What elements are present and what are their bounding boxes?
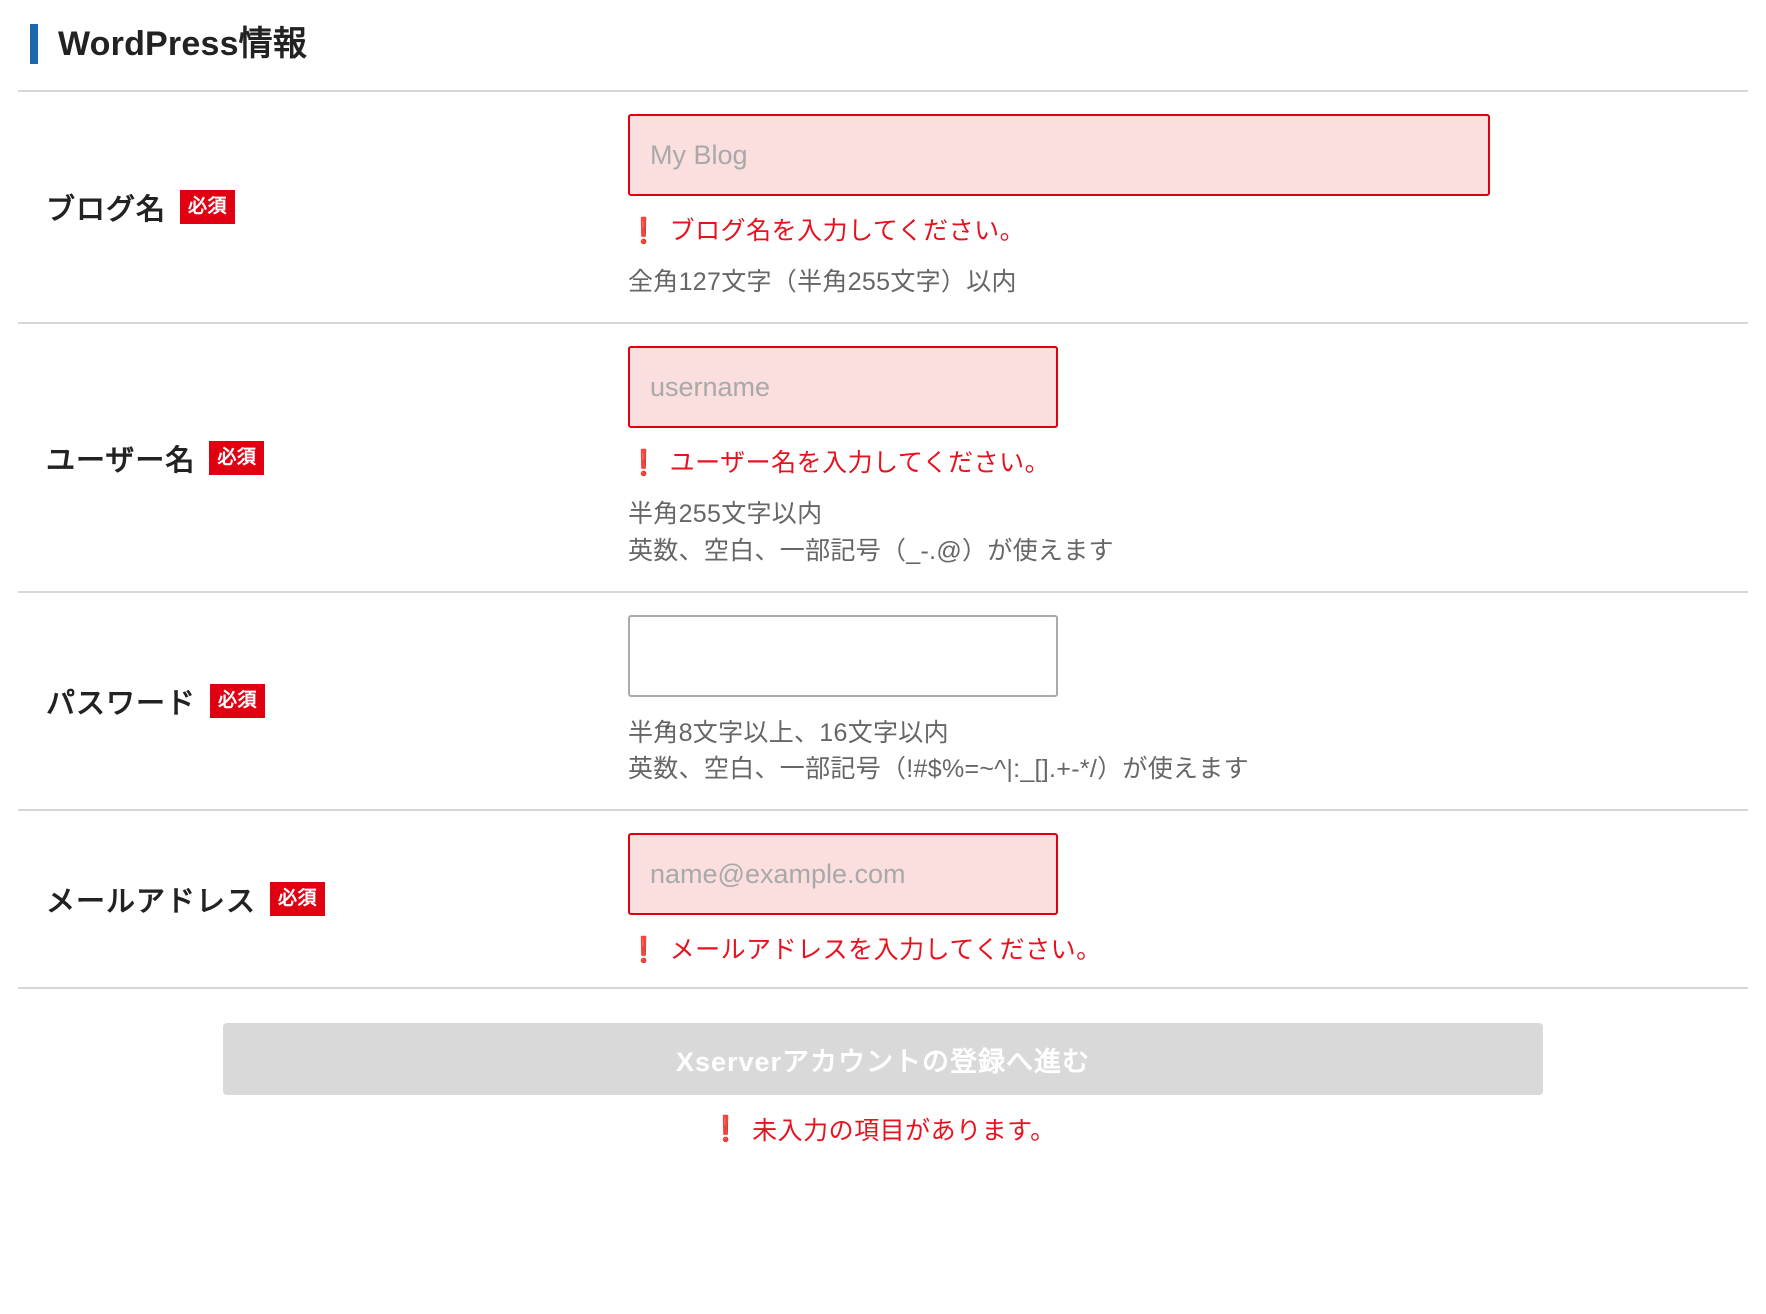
label-email: メールアドレス 必須 — [18, 878, 628, 920]
section-header: WordPress情報 — [18, 0, 1748, 90]
error-exclamation-icon: ❗ — [628, 217, 660, 245]
email-input[interactable] — [628, 833, 1058, 916]
hint-line: 英数、空白、一部記号（!#$%=~^|:_[].+-*/）が使えます — [628, 755, 1249, 783]
label-text: メールアドレス — [46, 886, 257, 919]
hint-line: 半角255文字以内 — [628, 500, 823, 529]
blog-name-error: ❗ ブログ名を入力してください。 — [628, 216, 1748, 246]
password-hint: 半角8文字以上、16文字以内 英数、空白、一部記号（!#$%=~^|:_[].+… — [628, 715, 1748, 788]
form-row-email: メールアドレス 必須 ❗ メールアドレスを入力してください。 — [18, 811, 1748, 987]
hint-line: 全角127文字（半角255文字）以内 — [628, 268, 1017, 296]
field-email: ❗ メールアドレスを入力してください。 — [628, 811, 1748, 987]
hint-line: 英数、空白、一部記号（_-.@）が使えます — [628, 536, 1114, 565]
username-input[interactable] — [628, 346, 1058, 429]
required-badge: 必須 — [180, 190, 236, 225]
label-text: パスワード — [46, 688, 197, 720]
field-blog-name: ❗ ブログ名を入力してください。 全角127文字（半角255文字）以内 — [628, 92, 1748, 322]
label-text: ユーザー名 — [46, 444, 196, 477]
field-username: ❗ ユーザー名を入力してください。 半角255文字以内 英数、空白、一部記号（_… — [628, 324, 1748, 591]
form-row-username: ユーザー名 必須 ❗ ユーザー名を入力してください。 半角255文字以内 英数、… — [18, 324, 1748, 591]
username-error: ❗ ユーザー名を入力してください。 — [628, 448, 1748, 478]
required-badge: 必須 — [209, 440, 265, 475]
email-error: ❗ メールアドレスを入力してください。 — [628, 935, 1748, 965]
error-text: ユーザー名を入力してください。 — [669, 449, 1051, 478]
error-exclamation-icon: ❗ — [628, 936, 660, 965]
password-input[interactable] — [628, 614, 1058, 697]
error-exclamation-icon: ❗ — [710, 1115, 743, 1144]
username-hint: 半角255文字以内 英数、空白、一部記号（_-.@）が使えます — [628, 496, 1748, 569]
submit-area: Xserverアカウントの登録へ進む ❗ 未入力の項目があります。 — [18, 989, 1748, 1147]
accent-bar — [30, 24, 38, 64]
required-badge: 必須 — [270, 882, 326, 917]
blog-name-hint: 全角127文字（半角255文字）以内 — [628, 264, 1748, 300]
submit-error: ❗ 未入力の項目があります。 — [18, 1111, 1748, 1147]
submit-button[interactable]: Xserverアカウントの登録へ進む — [223, 1023, 1543, 1096]
required-badge: 必須 — [210, 684, 266, 718]
label-username: ユーザー名 必須 — [18, 437, 628, 479]
page-title: WordPress情報 — [58, 25, 308, 63]
label-text: ブログ名 — [46, 194, 167, 227]
error-text: 未入力の項目があります。 — [752, 1117, 1056, 1146]
field-password: 半角8文字以上、16文字以内 英数、空白、一部記号（!#$%=~^|:_[].+… — [628, 593, 1748, 810]
hint-line: 半角8文字以上、16文字以内 — [628, 718, 949, 747]
cursor-artifact-dot — [666, 726, 669, 729]
error-text: ブログ名を入力してください。 — [669, 217, 1026, 245]
form-row-blog-name: ブログ名 必須 ❗ ブログ名を入力してください。 全角127文字（半角255文字… — [18, 92, 1748, 322]
blog-name-input[interactable] — [628, 114, 1490, 196]
error-exclamation-icon: ❗ — [628, 449, 660, 478]
form-row-password: パスワード 必須 半角8文字以上、16文字以内 英数、空白、一部記号（!#$%=… — [18, 593, 1748, 810]
label-blog-name: ブログ名 必須 — [18, 186, 628, 228]
error-text: メールアドレスを入力してください。 — [669, 936, 1102, 965]
label-password: パスワード 必須 — [18, 680, 628, 722]
wordpress-info-form-page: WordPress情報 ブログ名 必須 ❗ ブログ名を入力してください。 全角1… — [0, 0, 1766, 1314]
